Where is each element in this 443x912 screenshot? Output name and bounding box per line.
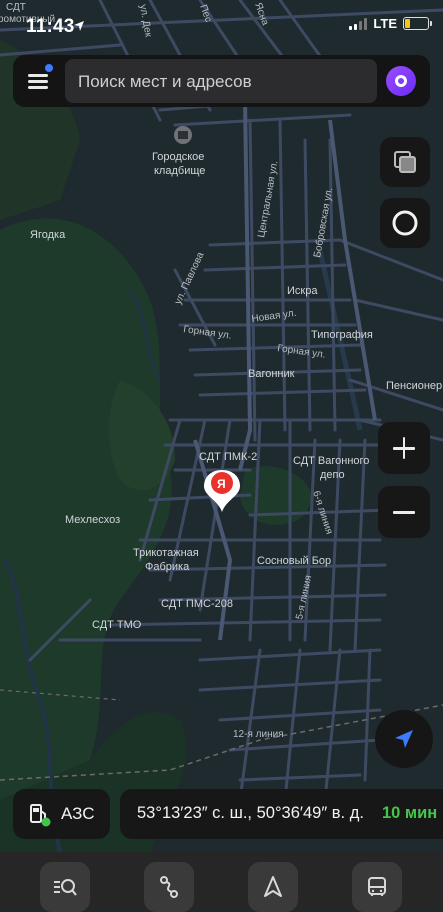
tab-search-list[interactable] [40,862,90,912]
navigator-arrow-icon [264,876,282,897]
map-label-trikotazh-1: Трикотажная [133,547,199,559]
bottom-tab-bar [0,852,443,912]
status-time: 11:43 [26,16,75,37]
battery-icon [403,17,432,30]
alice-voice-assistant-button[interactable] [386,66,416,96]
coordinates-panel[interactable]: 53°13′23″ с. ш., 50°36′49″ в. д. 10 мин [120,789,443,839]
tab-navigator[interactable] [248,862,298,912]
route-icon [160,876,178,898]
traffic-ring-icon [392,210,418,236]
gas-station-label: АЗС [61,804,95,823]
map-label-yagodka: Ягодка [30,229,66,241]
status-indicators: LTE [349,16,432,31]
map-label-cemetery-1: Городское [152,151,204,163]
bus-icon [368,877,386,896]
map-canvas[interactable]: Городское кладбище Ягодка Центральная ул… [0,0,443,910]
map-label-pensioner: Пенсионер [386,380,442,392]
map-label-mehleshoz: Мехлесхоз [65,514,120,526]
map-label-tipografiya: Типография [311,329,373,341]
map-label-cemetery-2: кладбище [154,165,205,177]
search-placeholder: Поиск мест и адресов [78,72,252,91]
gas-pump-icon [30,804,51,827]
network-type: LTE [373,16,397,31]
layers-icon [394,151,416,173]
location-arrow-icon [74,21,84,31]
tab-route[interactable] [144,862,194,912]
map-label-sdt-vagon-2: депо [320,469,345,481]
menu-button[interactable] [13,55,63,107]
map-label-iskra: Искра [287,285,318,297]
signal-icon [349,17,368,30]
zoom-out-button[interactable] [378,486,430,538]
map-label-line12: 12-я линия [233,729,284,740]
zoom-in-button[interactable] [378,422,430,474]
map-label-sdt-pmk2: СДТ ПМК-2 [199,451,257,463]
status-bar: 11:43 LTE [0,0,443,48]
traffic-button[interactable] [380,198,430,248]
navigation-arrow-icon [395,730,413,748]
svg-text:Я: Я [217,477,226,491]
map-label-sdt-pms208: СДТ ПМС-208 [161,598,233,610]
tab-transport[interactable] [352,862,402,912]
eta-text: 10 мин [382,804,438,822]
layers-button[interactable] [380,137,430,187]
coordinates-text: 53°13′23″ с. ш., 50°36′49″ в. д. [137,804,364,822]
map-label-sosnovy: Сосновый Бор [257,555,331,567]
top-search-bar: Поиск мест и адресов [13,55,430,107]
map-label-sdt-tmo: СДТ ТМО [92,619,142,631]
alice-icon [395,75,407,87]
map-label-trikotazh-2: Фабрика [145,561,190,573]
notification-dot [45,64,53,72]
search-list-icon [54,879,77,896]
search-input[interactable]: Поиск мест и адресов [65,59,377,103]
gas-station-button[interactable]: АЗС [13,789,110,839]
my-location-button[interactable] [375,710,433,768]
map-label-sdt-vagon-1: СДТ Вагонного [293,455,369,467]
map-label-vagonnik: Вагонник [248,368,295,380]
